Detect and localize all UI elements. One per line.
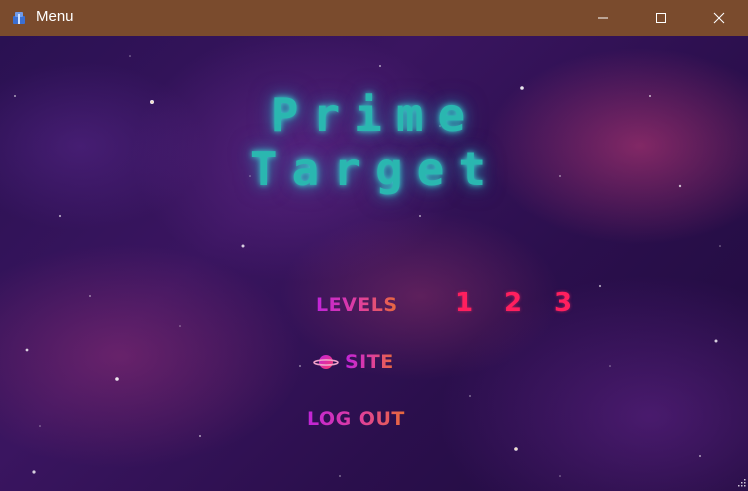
logout-button[interactable]: LOG OUT xyxy=(307,408,405,430)
level-2-button[interactable]: 2 xyxy=(504,288,522,318)
resize-grip-icon[interactable] xyxy=(736,479,746,489)
close-button[interactable] xyxy=(690,0,748,36)
game-title-line-1: Prime xyxy=(270,88,480,142)
maximize-button[interactable] xyxy=(632,0,690,36)
minimize-icon xyxy=(598,17,608,19)
app-window: Menu Prime Target LEVELS 1 2 3 SITE LOG … xyxy=(0,0,748,491)
planet-icon xyxy=(313,355,339,369)
site-button[interactable]: SITE xyxy=(313,351,394,373)
close-icon xyxy=(713,12,725,24)
level-3-button[interactable]: 3 xyxy=(554,288,572,318)
game-title: Prime Target xyxy=(230,88,520,196)
level-1-button[interactable]: 1 xyxy=(455,288,473,318)
title-bar[interactable]: Menu xyxy=(0,0,748,36)
window-title: Menu xyxy=(36,8,74,25)
levels-label: LEVELS xyxy=(316,294,398,316)
game-title-line-2: Target xyxy=(249,142,501,196)
minimize-button[interactable] xyxy=(574,0,632,36)
game-menu-screen: Prime Target LEVELS 1 2 3 SITE LOG OUT xyxy=(0,36,748,491)
site-label: SITE xyxy=(345,351,394,373)
maximize-icon xyxy=(656,13,666,23)
app-icon xyxy=(13,12,25,24)
